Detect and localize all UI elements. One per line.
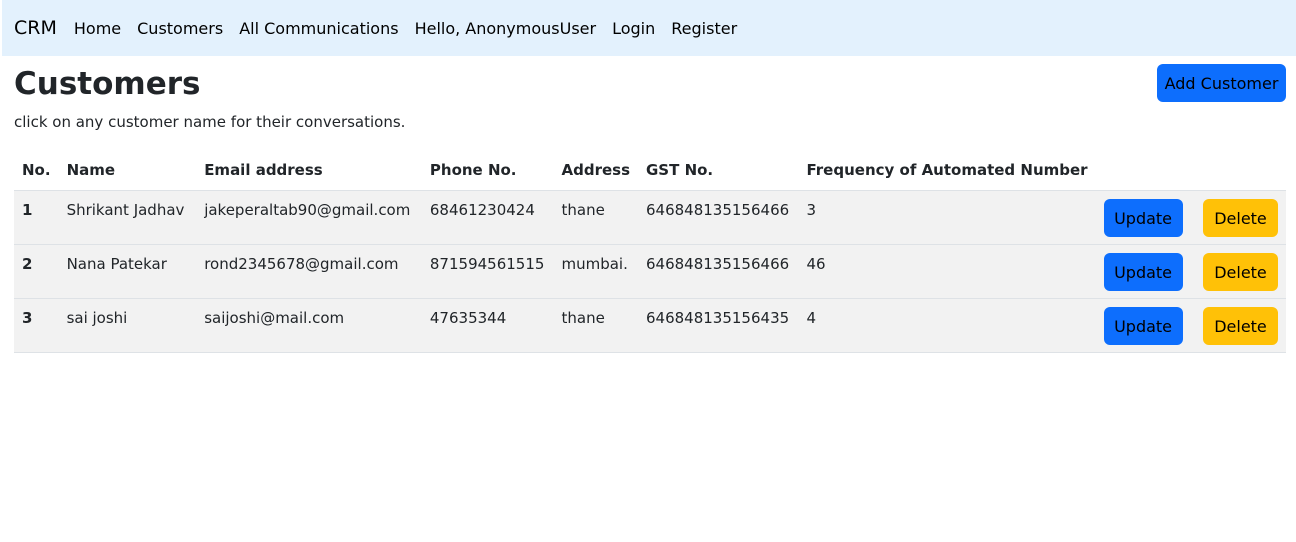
table-row: 1 Shrikant Jadhav jakeperaltab90@gmail.c…	[14, 190, 1286, 245]
cell-frequency: 46	[798, 244, 1096, 299]
nav-link-home[interactable]: Home	[74, 19, 121, 38]
cell-name[interactable]: sai joshi	[58, 298, 197, 353]
nav-link-all-communications[interactable]: All Communications	[239, 19, 398, 38]
cell-name[interactable]: Shrikant Jadhav	[58, 190, 197, 245]
cell-frequency: 4	[798, 298, 1096, 353]
page-title: Customers	[14, 66, 201, 102]
header-update	[1095, 150, 1195, 191]
table-row: 2 Nana Patekar rond2345678@gmail.com 871…	[14, 244, 1286, 299]
cell-gst: 646848135156466	[638, 190, 799, 245]
cell-delete: Delete	[1195, 244, 1286, 299]
header-delete	[1195, 150, 1286, 191]
cell-delete: Delete	[1195, 190, 1286, 245]
brand-link[interactable]: CRM	[14, 17, 57, 39]
cell-update: Update	[1095, 190, 1195, 245]
header-name: Name	[58, 150, 197, 191]
cell-delete: Delete	[1195, 298, 1286, 353]
update-button[interactable]: Update	[1103, 307, 1183, 345]
nav-link-register[interactable]: Register	[671, 19, 737, 38]
cell-update: Update	[1095, 244, 1195, 299]
nav-link-login[interactable]: Login	[612, 19, 655, 38]
header-email: Email address	[196, 150, 422, 191]
header-address: Address	[553, 150, 638, 191]
cell-no: 2	[14, 244, 59, 299]
cell-phone: 47635344	[421, 298, 554, 353]
cell-address: mumbai.	[553, 244, 638, 299]
header-frequency: Frequency of Automated Number	[798, 150, 1096, 191]
customers-table: No. Name Email address Phone No. Address…	[14, 150, 1286, 353]
delete-button[interactable]: Delete	[1203, 307, 1278, 345]
cell-no: 3	[14, 298, 59, 353]
nav-link-customers[interactable]: Customers	[137, 19, 223, 38]
update-button[interactable]: Update	[1103, 199, 1183, 237]
delete-button[interactable]: Delete	[1203, 199, 1278, 237]
cell-email: jakeperaltab90@gmail.com	[196, 190, 422, 245]
header-phone: Phone No.	[421, 150, 554, 191]
update-button[interactable]: Update	[1103, 253, 1183, 291]
delete-button[interactable]: Delete	[1203, 253, 1278, 291]
table-header-row: No. Name Email address Phone No. Address…	[14, 150, 1286, 191]
add-customer-button[interactable]: Add Customer	[1157, 64, 1286, 102]
cell-email: saijoshi@mail.com	[196, 298, 422, 353]
navbar: CRM Home Customers All Communications He…	[2, 0, 1296, 56]
cell-frequency: 3	[798, 190, 1096, 245]
nav-link-user-greeting[interactable]: Hello, AnonymousUser	[415, 19, 597, 38]
cell-update: Update	[1095, 298, 1195, 353]
cell-name[interactable]: Nana Patekar	[58, 244, 197, 299]
cell-gst: 646848135156466	[638, 244, 799, 299]
header-gst: GST No.	[638, 150, 799, 191]
cell-gst: 646848135156435	[638, 298, 799, 353]
cell-no: 1	[14, 190, 59, 245]
cell-address: thane	[553, 298, 638, 353]
page-subtitle: click on any customer name for their con…	[14, 113, 406, 131]
table-row: 3 sai joshi saijoshi@mail.com 47635344 t…	[14, 298, 1286, 353]
nav-links: Home Customers All Communications Hello,…	[66, 19, 745, 38]
cell-address: thane	[553, 190, 638, 245]
cell-email: rond2345678@gmail.com	[196, 244, 422, 299]
header-no: No.	[14, 150, 59, 191]
cell-phone: 871594561515	[421, 244, 554, 299]
cell-phone: 68461230424	[421, 190, 554, 245]
